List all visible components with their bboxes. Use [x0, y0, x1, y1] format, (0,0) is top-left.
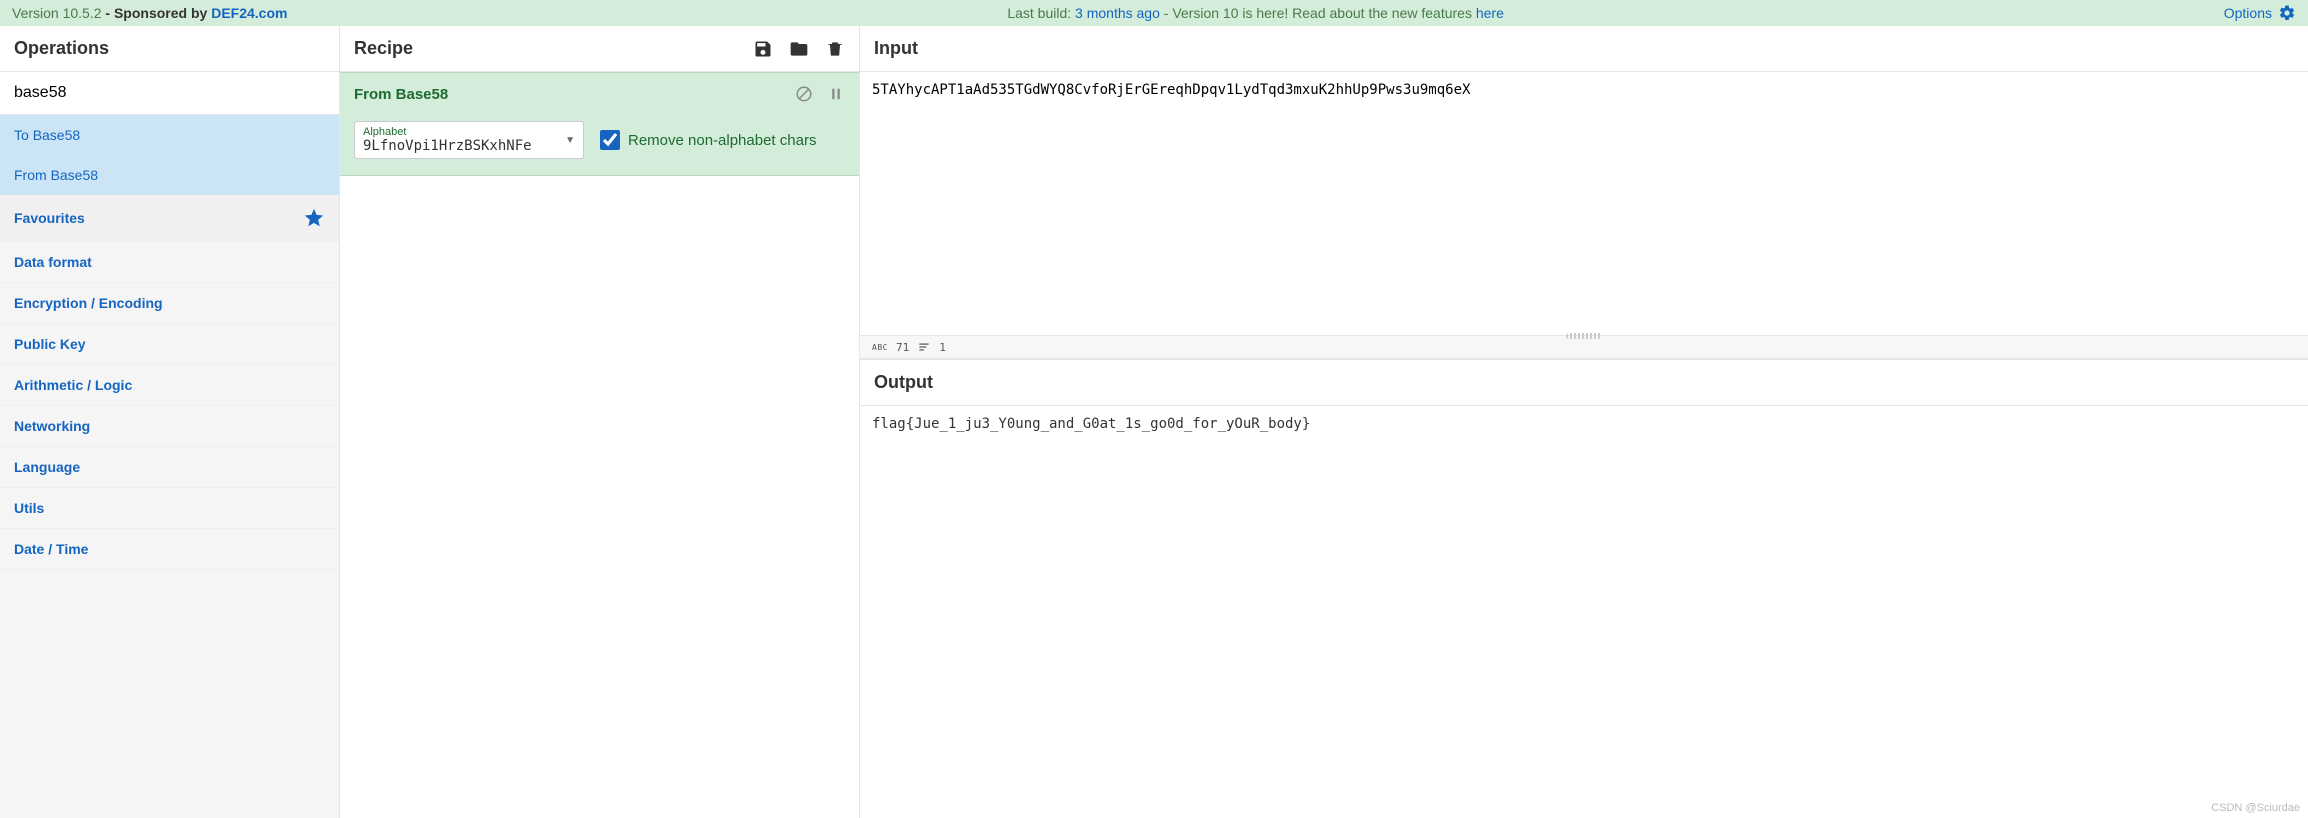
favourites-category[interactable]: Favourites: [0, 195, 339, 242]
category-utils[interactable]: Utils: [0, 488, 339, 529]
io-column: Input ABC 71 1 Output flag{Jue_1_ju3_Y0u…: [860, 26, 2308, 818]
favourites-label: Favourites: [14, 210, 85, 226]
options-link[interactable]: Options: [2224, 5, 2272, 21]
star-icon: [303, 207, 325, 229]
version-number: 10.5.2: [63, 5, 102, 21]
gear-icon[interactable]: [2278, 4, 2296, 22]
operations-title: Operations: [0, 26, 339, 72]
resize-handle[interactable]: [1566, 333, 1602, 339]
pause-icon[interactable]: [827, 85, 845, 103]
output-panel: Output flag{Jue_1_ju3_Y0ung_and_G0at_1s_…: [860, 360, 2308, 442]
output-title-bar: Output: [860, 360, 2308, 406]
abc-icon: ABC: [872, 343, 888, 352]
alphabet-label: Alphabet: [363, 126, 559, 138]
remove-non-alpha-checkbox[interactable]: [600, 130, 620, 150]
output-text: flag{Jue_1_ju3_Y0ung_and_G0at_1s_go0d_fo…: [860, 406, 2308, 442]
recipe-title-bar: Recipe: [340, 26, 859, 72]
recipe-panel: Recipe From Base58 Alphabet 9LfnoVpi: [340, 26, 860, 818]
op-result-prefix: From: [14, 167, 51, 183]
op-result-match: Base58: [51, 167, 98, 183]
remove-non-alpha-checkbox-wrap[interactable]: Remove non-alphabet chars: [600, 130, 816, 150]
operations-panel: Operations To Base58 From Base58 Favouri…: [0, 26, 340, 818]
alphabet-value: 9LfnoVpi1HrzBSKxhNFe: [363, 138, 543, 154]
input-title-bar: Input: [860, 26, 2308, 72]
folder-icon[interactable]: [789, 39, 809, 59]
banner-left: Version 10.5.2 - Sponsored by DEF24.com: [12, 5, 287, 21]
category-encryption-encoding[interactable]: Encryption / Encoding: [0, 283, 339, 324]
category-arithmetic-logic[interactable]: Arithmetic / Logic: [0, 365, 339, 406]
remove-non-alpha-label: Remove non-alphabet chars: [628, 132, 816, 149]
top-banner: Version 10.5.2 - Sponsored by DEF24.com …: [0, 0, 2308, 26]
last-build-prefix: Last build:: [1007, 5, 1075, 21]
input-panel: Input ABC 71 1: [860, 26, 2308, 360]
category-data-format[interactable]: Data format: [0, 242, 339, 283]
new-features-link[interactable]: here: [1476, 5, 1504, 21]
chevron-down-icon[interactable]: ▼: [559, 135, 575, 146]
input-length: 71: [896, 341, 909, 354]
input-lines: 1: [939, 341, 946, 354]
input-status-bar: ABC 71 1: [860, 335, 2308, 359]
operation-result-from-base58[interactable]: From Base58: [0, 155, 339, 195]
alphabet-dropdown[interactable]: Alphabet 9LfnoVpi1HrzBSKxhNFe ▼: [354, 121, 584, 159]
recipe-operation: From Base58 Alphabet 9LfnoVpi1HrzBSKxhNF…: [340, 72, 859, 176]
output-title-text: Output: [874, 372, 933, 393]
category-date-time[interactable]: Date / Time: [0, 529, 339, 570]
last-build-link[interactable]: 3 months ago: [1075, 5, 1160, 21]
save-icon[interactable]: [753, 39, 773, 59]
category-public-key[interactable]: Public Key: [0, 324, 339, 365]
category-networking[interactable]: Networking: [0, 406, 339, 447]
recipe-title-text: Recipe: [354, 38, 413, 59]
watermark: CSDN @Sciurdae: [2211, 802, 2300, 814]
version-prefix: Version: [12, 5, 63, 21]
banner-center: Last build: 3 months ago - Version 10 is…: [1007, 5, 1504, 21]
banner-center-tail: - Version 10 is here! Read about the new…: [1160, 5, 1476, 21]
operations-title-text: Operations: [14, 38, 109, 59]
input-title-text: Input: [874, 38, 918, 59]
recipe-op-name: From Base58: [354, 86, 448, 103]
operation-result-to-base58[interactable]: To Base58: [0, 115, 339, 155]
operations-search-input[interactable]: [0, 72, 339, 115]
trash-icon[interactable]: [825, 39, 845, 59]
op-result-match: Base58: [33, 127, 80, 143]
disable-icon[interactable]: [795, 85, 813, 103]
input-textarea[interactable]: [860, 72, 2308, 332]
op-result-prefix: To: [14, 127, 33, 143]
banner-right: Options: [2224, 4, 2296, 22]
category-language[interactable]: Language: [0, 447, 339, 488]
sponsor-link[interactable]: DEF24.com: [211, 5, 287, 21]
sponsored-label: - Sponsored by: [102, 5, 212, 21]
lines-icon: [917, 340, 931, 354]
